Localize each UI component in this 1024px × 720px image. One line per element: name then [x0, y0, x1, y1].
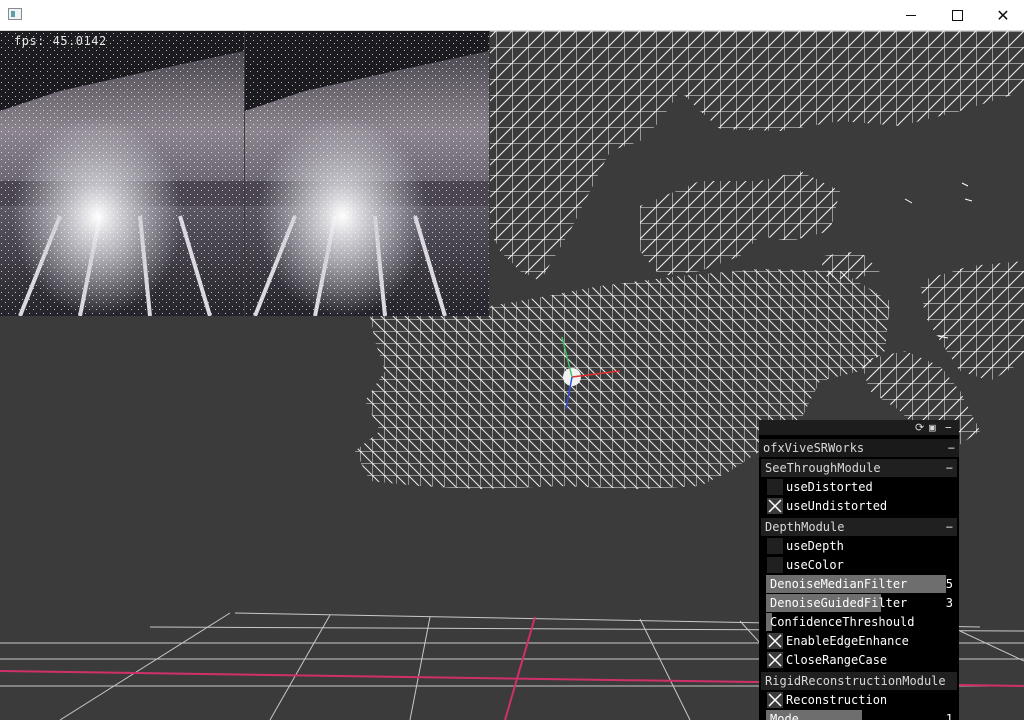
slider-mode[interactable]: Mode 1 — [766, 710, 957, 720]
slider-label: ConfidenceThreshould — [770, 615, 915, 629]
3d-viewport[interactable]: fps: 45.0142 ⟳ ▣ − ofxViveSRWorks − SeeT… — [0, 31, 1024, 720]
slider-label: DenoiseGuidedFilter — [770, 596, 908, 610]
checkbox-checked-icon[interactable] — [767, 692, 783, 708]
group-title: RigidReconstructionModule — [765, 674, 946, 688]
minimize-icon — [906, 15, 916, 16]
toggle-label: useColor — [786, 558, 844, 572]
minimize-icon[interactable]: − — [945, 421, 952, 434]
panel-title-label: ofxViveSRWorks — [763, 441, 865, 455]
refresh-icon[interactable]: ⟳ — [915, 421, 924, 434]
toggle-label: useDistorted — [786, 480, 873, 494]
slider-confidence-threshould[interactable]: ConfidenceThreshould — [766, 613, 957, 631]
slider-label: Mode — [770, 712, 799, 720]
toggle-label: EnableEdgeEnhance — [786, 634, 909, 648]
title-bar: ✕ — [0, 0, 1024, 31]
minimize-button[interactable] — [888, 0, 934, 31]
checkbox-checked-icon[interactable] — [767, 633, 783, 649]
toggle-use-depth[interactable]: useDepth — [766, 537, 957, 555]
gui-panel: ⟳ ▣ − ofxViveSRWorks − SeeThroughModule −… — [759, 420, 959, 720]
slider-value: 5 — [945, 577, 953, 591]
group-header-see-through-module[interactable]: SeeThroughModule − — [761, 459, 957, 477]
toggle-use-undistorted[interactable]: useUndistorted — [766, 497, 957, 515]
panel-topbar: ⟳ ▣ − — [759, 420, 959, 435]
camera-feed-left: fps: 45.0142 — [0, 31, 244, 316]
camera-feed-right — [245, 31, 489, 316]
slider-value: 1 — [945, 712, 953, 720]
toggle-use-color[interactable]: useColor — [766, 556, 957, 574]
save-icon[interactable]: ▣ — [929, 421, 936, 434]
checkbox-empty-icon[interactable] — [767, 538, 783, 554]
close-icon: ✕ — [996, 6, 1010, 25]
toggle-close-range-case[interactable]: CloseRangeCase — [766, 651, 957, 669]
toggle-label: useUndistorted — [786, 499, 888, 513]
slider-value: 3 — [945, 596, 953, 610]
group-title: DepthModule — [765, 520, 845, 534]
toggle-label: CloseRangeCase — [786, 653, 888, 667]
toggle-reconstruction[interactable]: Reconstruction — [766, 691, 957, 709]
slider-label: DenoiseMedianFilter — [770, 577, 908, 591]
checkbox-checked-icon[interactable] — [767, 498, 783, 514]
toggle-enable-edge-enhance[interactable]: EnableEdgeEnhance — [766, 632, 957, 650]
checkbox-checked-icon[interactable] — [767, 652, 783, 668]
maximize-button[interactable] — [934, 0, 980, 31]
checkbox-empty-icon[interactable] — [767, 479, 783, 495]
toggle-label: useDepth — [786, 539, 844, 553]
toggle-use-distorted[interactable]: useDistorted — [766, 478, 957, 496]
app-icon — [8, 8, 22, 20]
fps-counter: fps: 45.0142 — [14, 34, 107, 48]
maximize-icon — [951, 10, 963, 21]
panel-collapse-icon[interactable]: − — [948, 439, 955, 457]
panel-title[interactable]: ofxViveSRWorks − — [759, 439, 959, 457]
group-header-depth-module[interactable]: DepthModule − — [761, 518, 957, 536]
group-header-rigid-reconstruction-module[interactable]: RigidReconstructionModule — [761, 672, 957, 690]
group-title: SeeThroughModule — [765, 461, 881, 475]
slider-denoise-median-filter[interactable]: DenoiseMedianFilter 5 — [766, 575, 957, 593]
group-collapse-icon[interactable]: − — [946, 459, 953, 477]
close-button[interactable]: ✕ — [980, 0, 1024, 31]
slider-denoise-guided-filter[interactable]: DenoiseGuidedFilter 3 — [766, 594, 957, 612]
checkbox-empty-icon[interactable] — [767, 557, 783, 573]
toggle-label: Reconstruction — [786, 693, 888, 707]
group-collapse-icon[interactable]: − — [946, 518, 953, 536]
